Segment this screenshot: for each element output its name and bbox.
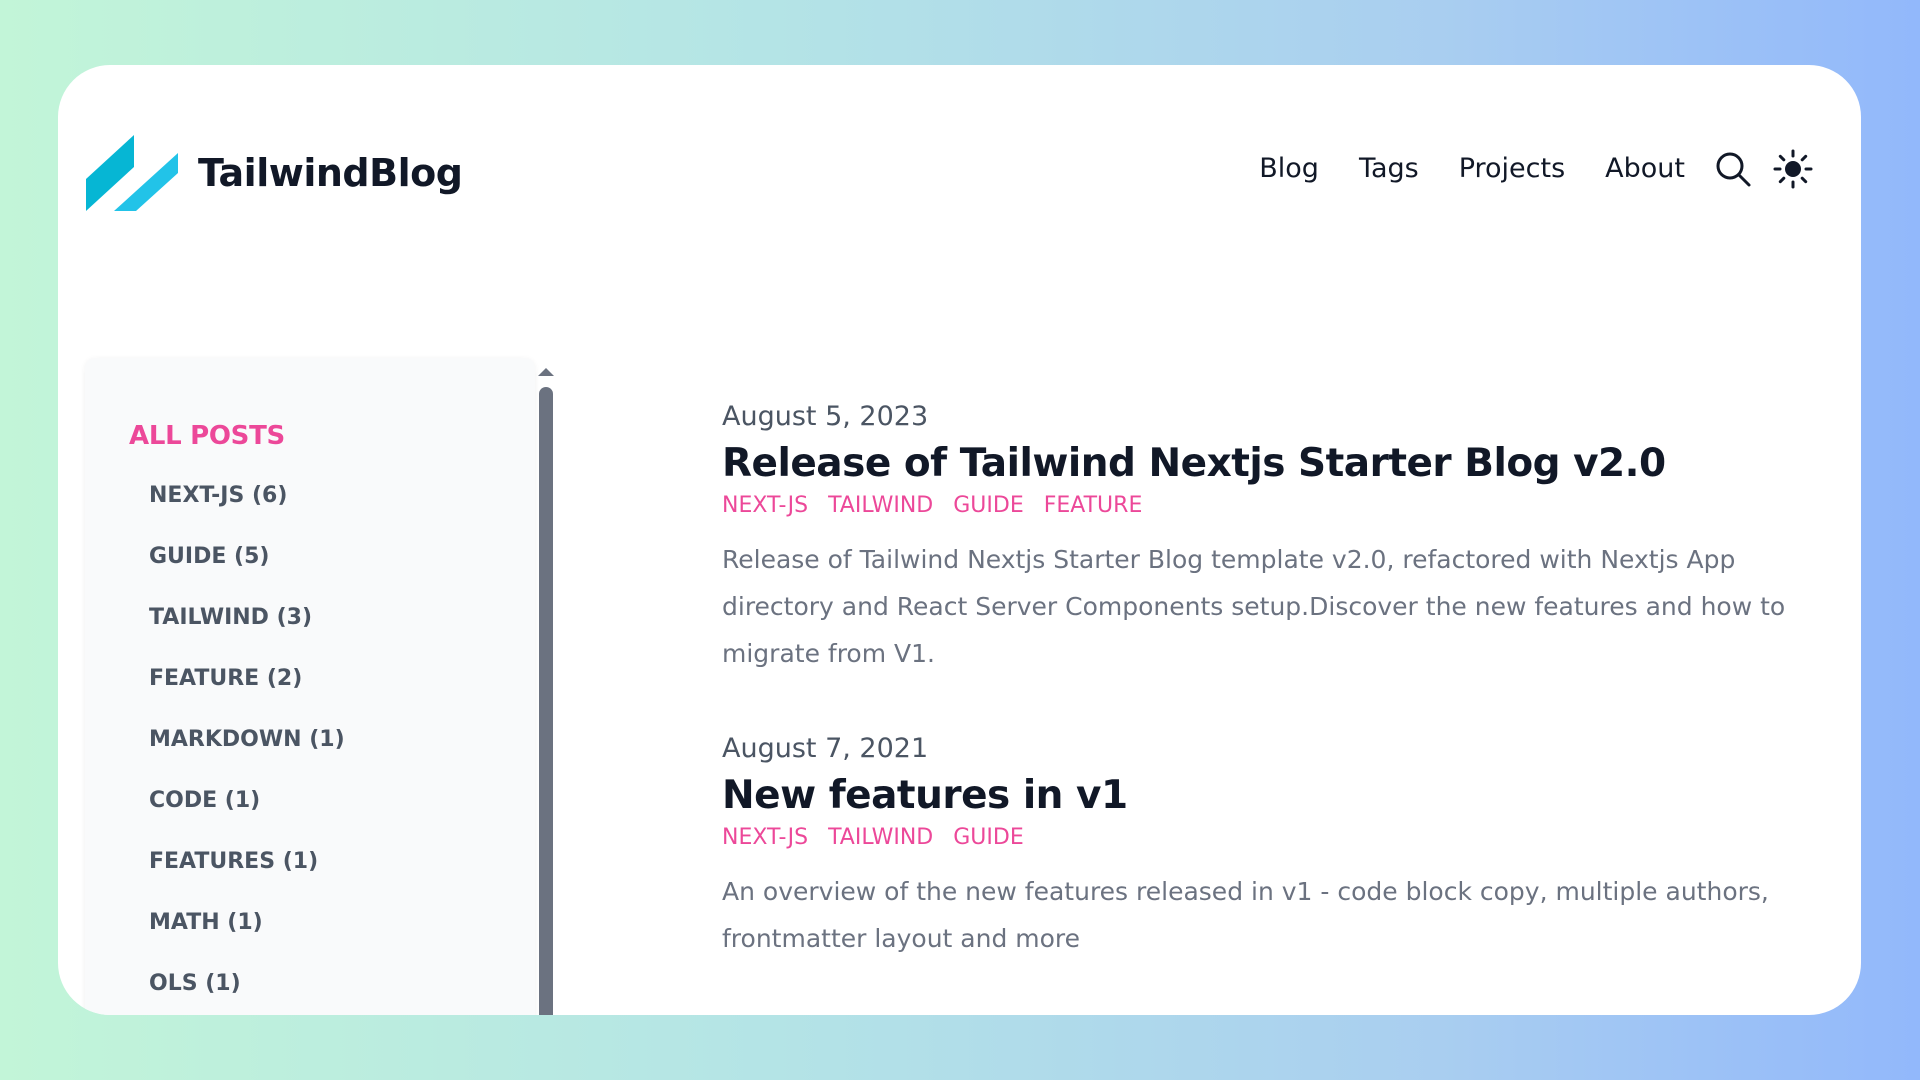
post-title-link[interactable]: New features in v1	[722, 771, 1812, 821]
sidebar-scrollbar-thumb[interactable]	[539, 387, 553, 1015]
post-tag-link[interactable]: NEXT-JS	[722, 825, 808, 850]
tag-list-item: MATH (1)	[149, 910, 345, 971]
search-button[interactable]	[1713, 149, 1753, 189]
nav-about[interactable]: About	[1605, 153, 1685, 184]
post-title-link[interactable]: Release of Tailwind Nextjs Starter Blog …	[722, 439, 1812, 489]
sun-icon	[1773, 149, 1813, 189]
tag-link[interactable]: FEATURE (2)	[149, 666, 302, 691]
tag-link[interactable]: GUIDE (5)	[149, 544, 269, 569]
scroll-up-arrow[interactable]	[538, 368, 554, 376]
tag-link[interactable]: FEATURES (1)	[149, 849, 318, 874]
tags-sidebar: ALL POSTS NEXT-JS (6) GUIDE (5) TAILWIND…	[85, 358, 535, 1015]
app-window: TailwindBlog Blog Tags Projects About AL…	[58, 65, 1861, 1015]
post-summary: An overview of the new features released…	[722, 877, 1769, 953]
post-tag-link[interactable]: GUIDE	[953, 493, 1023, 518]
tag-list-item: FEATURES (1)	[149, 849, 345, 910]
post-tag-link[interactable]: TAILWIND	[828, 493, 933, 518]
nav-blog[interactable]: Blog	[1259, 153, 1319, 184]
post-item: August 7, 2021 New features in v1 NEXT-J…	[722, 727, 1812, 962]
search-icon	[1716, 152, 1751, 187]
tag-link[interactable]: TAILWIND (3)	[149, 605, 312, 630]
tag-list-item: TAILWIND (3)	[149, 605, 345, 666]
post-date: August 5, 2023	[722, 401, 929, 432]
tag-link[interactable]: MATH (1)	[149, 910, 263, 935]
site-title[interactable]: TailwindBlog	[198, 151, 463, 195]
tag-link[interactable]: MARKDOWN (1)	[149, 727, 345, 752]
main-nav: Blog Tags Projects About	[1259, 153, 1685, 184]
post-summary: Release of Tailwind Nextjs Starter Blog …	[722, 545, 1786, 668]
logo-stripes-icon	[86, 135, 178, 211]
post-tags: NEXT-JS TAILWIND GUIDE FEATURE	[722, 493, 1812, 518]
post-date: August 7, 2021	[722, 733, 929, 764]
tag-list: NEXT-JS (6) GUIDE (5) TAILWIND (3) FEATU…	[149, 483, 345, 1015]
post-tag-link[interactable]: GUIDE	[953, 825, 1023, 850]
theme-toggle-button[interactable]	[1773, 149, 1813, 189]
site-logo[interactable]: TailwindBlog	[86, 135, 463, 211]
post-item: August 5, 2023 Release of Tailwind Nextj…	[722, 395, 1812, 677]
tag-list-item: GUIDE (5)	[149, 544, 345, 605]
nav-tags[interactable]: Tags	[1359, 153, 1419, 184]
tag-link[interactable]: NEXT-JS (6)	[149, 483, 287, 508]
post-tags: NEXT-JS TAILWIND GUIDE	[722, 825, 1812, 850]
tag-list-item: FEATURE (2)	[149, 666, 345, 727]
tag-link[interactable]: CODE (1)	[149, 788, 260, 813]
tag-list-item: OLS (1)	[149, 971, 345, 1015]
post-tag-link[interactable]: NEXT-JS	[722, 493, 808, 518]
post-tag-link[interactable]: FEATURE	[1044, 493, 1143, 518]
post-list: August 5, 2023 Release of Tailwind Nextj…	[722, 395, 1812, 1012]
tag-list-item: CODE (1)	[149, 788, 345, 849]
tag-link[interactable]: OLS (1)	[149, 971, 241, 996]
tag-list-item: NEXT-JS (6)	[149, 483, 345, 544]
nav-projects[interactable]: Projects	[1459, 153, 1565, 184]
post-tag-link[interactable]: TAILWIND	[828, 825, 933, 850]
tag-list-item: MARKDOWN (1)	[149, 727, 345, 788]
all-posts-link[interactable]: ALL POSTS	[129, 421, 285, 451]
